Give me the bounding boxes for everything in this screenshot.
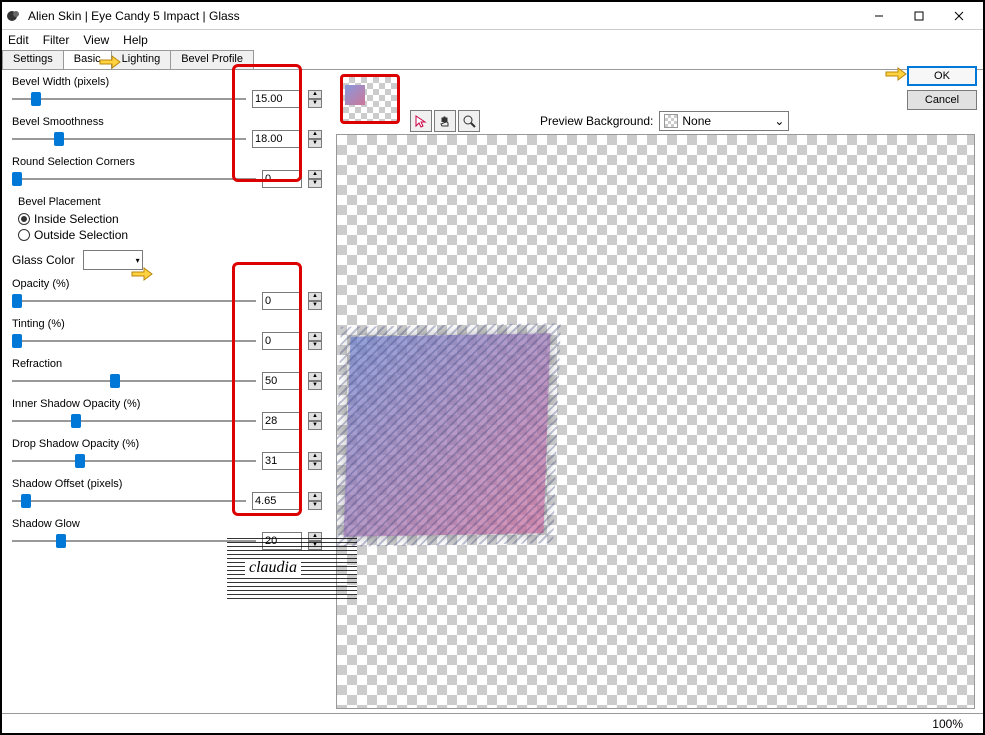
tabbar: Settings Basic Lighting Bevel Profile (2, 50, 983, 70)
menu-view[interactable]: View (83, 33, 109, 47)
preview-bg-select[interactable]: None (659, 111, 789, 131)
tinting-label: Tinting (%) (12, 318, 322, 330)
preview-canvas[interactable] (336, 134, 975, 709)
checker-icon (664, 114, 678, 128)
ok-button[interactable]: OK (907, 66, 977, 86)
refraction-up[interactable]: ▲ (308, 372, 322, 381)
window-title: Alien Skin | Eye Candy 5 Impact | Glass (28, 9, 859, 23)
cancel-button[interactable]: Cancel (907, 90, 977, 110)
round-corners-up[interactable]: ▲ (308, 170, 322, 179)
shadow-offset-up[interactable]: ▲ (308, 492, 322, 501)
inner-shadow-up[interactable]: ▲ (308, 412, 322, 421)
radio-outside-selection[interactable]: Outside Selection (18, 228, 322, 242)
shadow-offset-slider[interactable] (12, 495, 246, 507)
round-corners-down[interactable]: ▼ (308, 179, 322, 188)
radio-icon (18, 229, 30, 241)
bevel-smoothness-label: Bevel Smoothness (12, 116, 322, 128)
shadow-glow-label: Shadow Glow (12, 518, 322, 530)
bevel-width-up[interactable]: ▲ (308, 90, 322, 99)
bevel-smoothness-down[interactable]: ▼ (308, 139, 322, 148)
bevel-placement-label: Bevel Placement (18, 196, 322, 208)
shadow-offset-input[interactable] (252, 492, 302, 510)
tinting-slider[interactable] (12, 335, 256, 347)
opacity-label: Opacity (%) (12, 278, 322, 290)
opacity-slider[interactable] (12, 295, 256, 307)
radio-icon (18, 213, 30, 225)
statusbar: 100% (2, 713, 983, 733)
radio-outside-label: Outside Selection (34, 228, 128, 242)
app-icon (6, 8, 22, 24)
bevel-width-slider[interactable] (12, 93, 246, 105)
preview-rendered-shape (344, 333, 551, 536)
preview-bg-value: None (682, 114, 711, 128)
hand-tool-button[interactable] (434, 110, 456, 132)
refraction-down[interactable]: ▼ (308, 381, 322, 390)
inner-shadow-down[interactable]: ▼ (308, 421, 322, 430)
tinting-input[interactable] (262, 332, 302, 350)
titlebar: Alien Skin | Eye Candy 5 Impact | Glass (2, 2, 983, 30)
inner-shadow-input[interactable] (262, 412, 302, 430)
shadow-offset-label: Shadow Offset (pixels) (12, 478, 322, 490)
tinting-up[interactable]: ▲ (308, 332, 322, 341)
tinting-down[interactable]: ▼ (308, 341, 322, 350)
zoom-tool-button[interactable] (458, 110, 480, 132)
inner-shadow-slider[interactable] (12, 415, 256, 427)
shadow-glow-slider[interactable] (12, 535, 256, 547)
opacity-down[interactable]: ▼ (308, 301, 322, 310)
close-button[interactable] (939, 4, 979, 28)
drop-shadow-slider[interactable] (12, 455, 256, 467)
menubar: Edit Filter View Help (2, 30, 983, 50)
zoom-level: 100% (932, 717, 963, 731)
bevel-smoothness-slider[interactable] (12, 133, 246, 145)
refraction-slider[interactable] (12, 375, 256, 387)
refraction-input[interactable] (262, 372, 302, 390)
preview-area: OK Cancel Preview Background: None (332, 70, 983, 713)
bevel-width-input[interactable] (252, 90, 302, 108)
bevel-width-label: Bevel Width (pixels) (12, 76, 322, 88)
glass-color-button[interactable] (83, 250, 143, 270)
opacity-input[interactable] (262, 292, 302, 310)
opacity-up[interactable]: ▲ (308, 292, 322, 301)
bevel-width-down[interactable]: ▼ (308, 99, 322, 108)
settings-panel: Bevel Width (pixels) ▲▼ Bevel Smoothness… (2, 70, 332, 713)
tab-basic[interactable]: Basic (63, 50, 112, 69)
menu-help[interactable]: Help (123, 33, 148, 47)
maximize-button[interactable] (899, 4, 939, 28)
drop-shadow-label: Drop Shadow Opacity (%) (12, 438, 322, 450)
radio-inside-label: Inside Selection (34, 212, 119, 226)
tab-lighting[interactable]: Lighting (111, 50, 172, 69)
menu-filter[interactable]: Filter (43, 33, 70, 47)
preview-bg-label: Preview Background: (540, 114, 653, 128)
menu-edit[interactable]: Edit (8, 33, 29, 47)
minimize-button[interactable] (859, 4, 899, 28)
refraction-label: Refraction (12, 358, 322, 370)
drop-shadow-down[interactable]: ▼ (308, 461, 322, 470)
bevel-smoothness-input[interactable] (252, 130, 302, 148)
round-corners-slider[interactable] (12, 173, 256, 185)
watermark-text: claudia (245, 559, 301, 577)
pointer-tool-button[interactable] (410, 110, 432, 132)
drop-shadow-up[interactable]: ▲ (308, 452, 322, 461)
inner-shadow-label: Inner Shadow Opacity (%) (12, 398, 322, 410)
tab-settings[interactable]: Settings (2, 50, 64, 69)
glass-color-label: Glass Color (12, 253, 75, 267)
round-corners-label: Round Selection Corners (12, 156, 322, 168)
bevel-smoothness-up[interactable]: ▲ (308, 130, 322, 139)
shadow-offset-down[interactable]: ▼ (308, 501, 322, 510)
watermark: claudia (227, 537, 357, 599)
tab-bevel-profile[interactable]: Bevel Profile (170, 50, 254, 69)
radio-inside-selection[interactable]: Inside Selection (18, 212, 322, 226)
thumbnail-preview[interactable] (340, 74, 400, 124)
round-corners-input[interactable] (262, 170, 302, 188)
drop-shadow-input[interactable] (262, 452, 302, 470)
